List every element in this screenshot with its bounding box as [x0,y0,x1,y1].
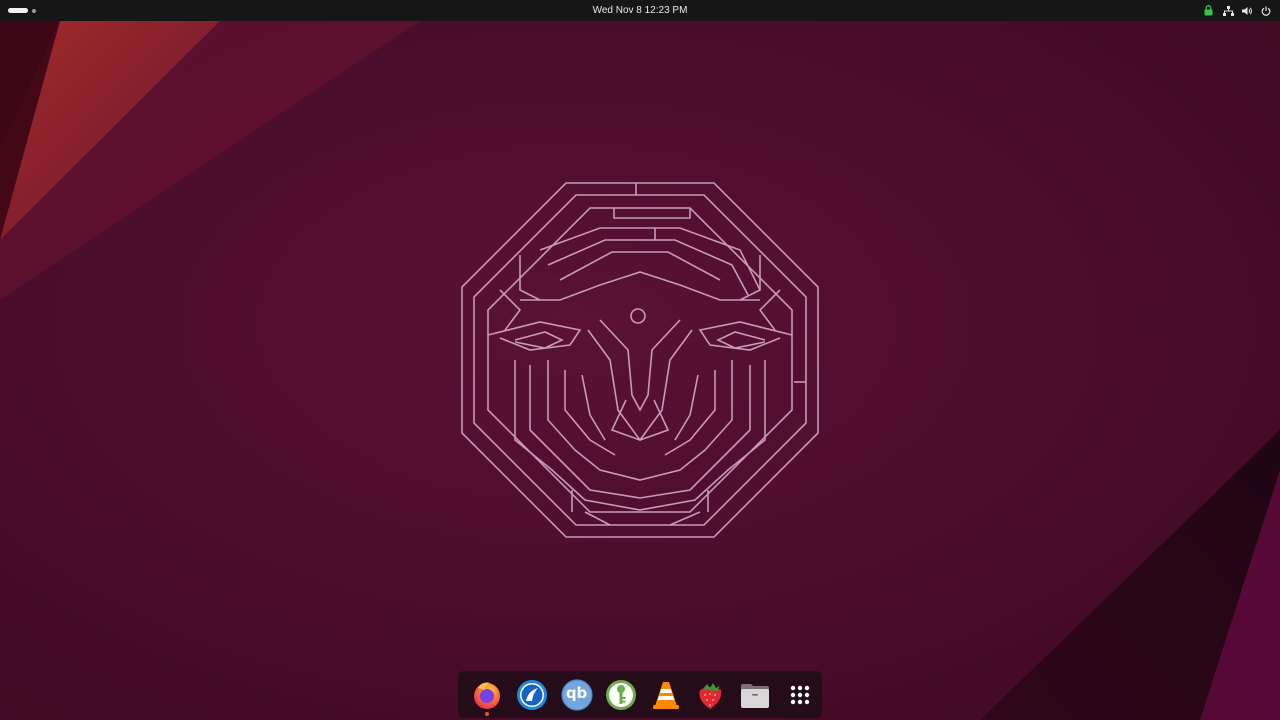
files-icon [741,683,770,708]
strawberry-icon [699,682,722,709]
lock-icon[interactable] [1202,5,1214,17]
qbittorrent-label: qb [565,684,588,702]
system-menu-button[interactable] [1222,5,1272,17]
remmina-icon [516,679,547,710]
top-bar: Wed Nov 8 12:23 PM [0,0,1280,21]
dock-item-vlc[interactable] [644,672,689,717]
keepassxc-icon [606,679,637,710]
power-icon [1260,5,1272,17]
date-time-button[interactable]: Wed Nov 8 12:23 PM [587,3,694,18]
dock: qb [458,671,822,718]
wallpaper [0,21,1280,720]
dock-item-files[interactable] [733,672,778,717]
clock-area: Wed Nov 8 12:23 PM [0,0,1280,21]
desktop[interactable] [0,0,1280,720]
app-grid-icon [790,685,809,704]
vlc-icon [652,681,679,709]
network-wired-icon [1222,5,1234,17]
dock-item-firefox[interactable] [465,672,510,717]
dock-item-remmina[interactable] [510,672,555,717]
firefox-icon [474,682,501,709]
minotaur-maze [461,182,819,538]
volume-icon [1241,5,1253,17]
dock-item-strawberry[interactable] [688,672,733,717]
system-tray [1202,0,1272,21]
running-indicator [485,712,490,716]
dock-item-show-apps[interactable] [777,672,822,717]
dock-item-keepassxc[interactable] [599,672,644,717]
dock-item-qbittorrent[interactable]: qb [554,672,599,717]
